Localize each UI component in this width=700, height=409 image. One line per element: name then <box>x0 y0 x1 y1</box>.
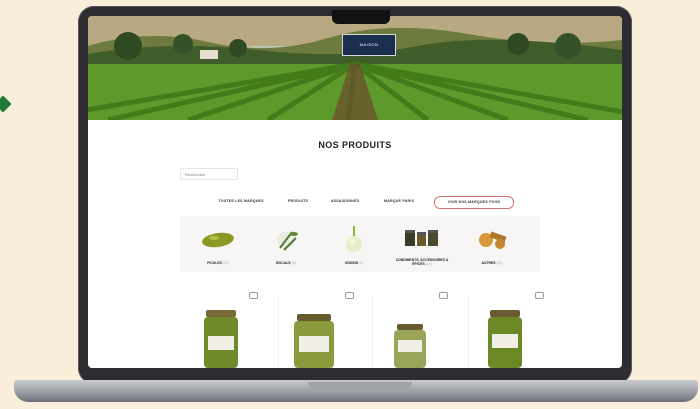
category-condiments[interactable]: CONDIMENTS, ACCESSOIRES & ÉPICES (14) <box>394 216 450 272</box>
category-label: AUTRES <box>481 261 496 265</box>
category-label: CONDIMENTS, ACCESSOIRES & ÉPICES <box>395 258 449 266</box>
category-label: BOCAUX <box>276 261 291 265</box>
category-label: PICKLES <box>207 261 222 265</box>
product-grid <box>186 288 566 368</box>
category-count: (14) <box>425 262 432 266</box>
product-card[interactable] <box>282 288 362 368</box>
column-divider <box>468 296 469 368</box>
camera-notch <box>332 10 390 24</box>
pickle-jar-image <box>294 314 334 368</box>
category-strip: PICKLES (12) BOCAUX (8) ONIONS (6) CONDI… <box>180 216 540 272</box>
filter-brand-paris[interactable]: MARQUE PARIS <box>376 196 422 207</box>
spices-icon <box>479 231 507 249</box>
pickle-jar-image <box>394 324 426 368</box>
filter-seasoned[interactable]: ASSAISONNÉS <box>322 196 368 207</box>
filter-bar: TOUTES LES MARQUES PRODUITS ASSAISONNÉS … <box>206 196 526 209</box>
laptop-screen: MAISON NOS PRODUITS Rechercher TOUTES LE… <box>88 16 622 368</box>
jars-icon <box>405 230 438 246</box>
favorite-icon[interactable] <box>249 292 258 299</box>
category-count: (10) <box>496 261 503 265</box>
brand-logo[interactable]: MAISON <box>342 34 396 56</box>
onion-icon <box>346 226 362 252</box>
favorite-icon[interactable] <box>345 292 354 299</box>
filter-food-brands[interactable]: VOIR NOS MARQUES FOOD <box>434 196 514 209</box>
laptop-groove <box>308 382 412 390</box>
pickle-jar-image <box>488 310 522 368</box>
category-count: (12) <box>222 261 229 265</box>
favorite-icon[interactable] <box>439 292 448 299</box>
category-bocaux[interactable]: BOCAUX (8) <box>258 216 314 272</box>
filter-products[interactable]: PRODUITS <box>280 196 316 207</box>
category-pickles[interactable]: PICKLES (12) <box>190 216 246 272</box>
category-autres[interactable]: AUTRES (10) <box>464 216 520 272</box>
product-card[interactable] <box>376 288 456 368</box>
page-title: NOS PRODUITS <box>318 140 392 150</box>
field-landscape-image <box>88 16 622 120</box>
column-divider <box>372 296 373 368</box>
product-card[interactable] <box>472 288 552 368</box>
category-onions[interactable]: ONIONS (6) <box>326 216 382 272</box>
category-label: ONIONS <box>344 261 359 265</box>
green-arrow-icon <box>0 95 12 113</box>
filter-all-brands[interactable]: TOUTES LES MARQUES <box>210 196 272 207</box>
product-card[interactable] <box>186 288 266 368</box>
favorite-icon[interactable] <box>535 292 544 299</box>
hero-banner: MAISON <box>88 16 622 120</box>
search-input[interactable]: Rechercher <box>180 168 238 180</box>
pickle-jar-image <box>204 310 238 368</box>
category-count: (8) <box>291 261 296 265</box>
pickle-icon <box>202 232 234 248</box>
herbs-icon <box>277 231 298 251</box>
category-count: (6) <box>359 261 364 265</box>
column-divider <box>278 296 279 368</box>
